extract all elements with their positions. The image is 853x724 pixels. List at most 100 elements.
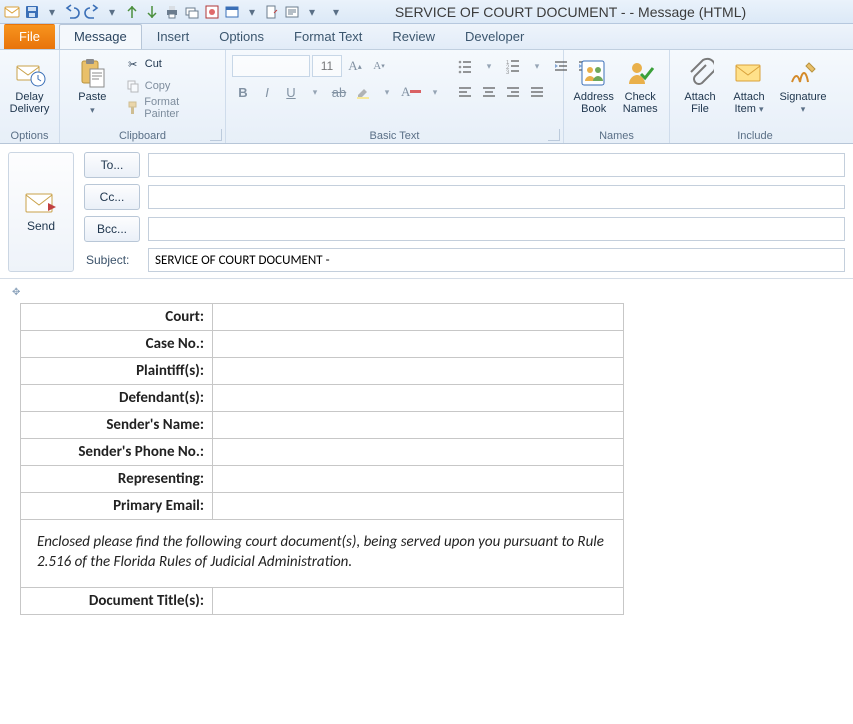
- cc-button[interactable]: Cc...: [84, 184, 140, 210]
- format-painter-label: Format Painter: [144, 96, 215, 120]
- table-row: Sender's Name:: [21, 412, 624, 439]
- save-icon[interactable]: [24, 4, 40, 20]
- bold-button[interactable]: B: [232, 81, 254, 103]
- to-input[interactable]: [148, 153, 845, 177]
- field-value[interactable]: [213, 493, 624, 520]
- paste-dropdown-icon: ▾: [90, 105, 95, 116]
- cut-button[interactable]: ✂ Cut: [121, 53, 219, 75]
- clipboard-launcher-icon[interactable]: [210, 129, 222, 141]
- underline-button[interactable]: U: [280, 81, 302, 103]
- font-name-input[interactable]: [232, 55, 310, 77]
- strike-button[interactable]: ab: [328, 81, 350, 103]
- paste-label: Paste: [78, 91, 106, 103]
- mail-body[interactable]: ✥ Court: Case No.: Plaintiff(s): Defenda…: [0, 279, 853, 625]
- send-icon: [24, 191, 58, 217]
- group-label-options: Options: [0, 130, 59, 142]
- send-label: Send: [27, 219, 55, 233]
- field-label: Plaintiff(s):: [21, 358, 213, 385]
- underline-dropdown[interactable]: ▾: [304, 81, 326, 103]
- to-button[interactable]: To...: [84, 152, 140, 178]
- tab-review[interactable]: Review: [377, 24, 450, 49]
- delay-delivery-button[interactable]: Delay Delivery: [6, 53, 53, 127]
- app-icon: [4, 4, 20, 20]
- field-label: Sender's Phone No.:: [21, 439, 213, 466]
- qat-tool4-icon[interactable]: [264, 4, 280, 20]
- align-center-button[interactable]: [478, 81, 500, 103]
- attach-item-button[interactable]: Attach Item ▾: [724, 53, 774, 127]
- subject-input[interactable]: [148, 248, 845, 272]
- qat-tool1-icon[interactable]: [184, 4, 200, 20]
- address-book-label: Address Book: [574, 91, 614, 115]
- field-value[interactable]: [213, 385, 624, 412]
- window-title: SERVICE OF COURT DOCUMENT - - Message (H…: [348, 4, 853, 20]
- tab-developer[interactable]: Developer: [450, 24, 539, 49]
- check-names-button[interactable]: Check Names: [617, 53, 663, 127]
- italic-button[interactable]: I: [256, 81, 278, 103]
- tab-message[interactable]: Message: [59, 24, 142, 49]
- bullets-dd[interactable]: ▾: [478, 55, 500, 77]
- tab-options[interactable]: Options: [204, 24, 279, 49]
- qat-tool5-icon[interactable]: [284, 4, 300, 20]
- enclosure-message[interactable]: Enclosed please find the following court…: [21, 520, 624, 588]
- table-row: Representing:: [21, 466, 624, 493]
- tab-file[interactable]: File: [4, 24, 55, 49]
- field-label: Case No.:: [21, 331, 213, 358]
- tab-insert[interactable]: Insert: [142, 24, 205, 49]
- signature-button[interactable]: Signature▾: [774, 53, 832, 127]
- previous-item-icon[interactable]: [124, 4, 140, 20]
- field-value[interactable]: [213, 358, 624, 385]
- table-row: Primary Email:: [21, 493, 624, 520]
- grow-font-button[interactable]: A▴: [344, 55, 366, 77]
- basic-text-launcher-icon[interactable]: [548, 129, 560, 141]
- attach-file-button[interactable]: Attach File: [676, 53, 724, 127]
- redo-icon[interactable]: [84, 4, 100, 20]
- font-color-dropdown[interactable]: ▾: [424, 81, 446, 103]
- font-color-button[interactable]: A: [400, 81, 422, 103]
- bcc-button[interactable]: Bcc...: [84, 216, 140, 242]
- qat-sep-icon: ▾: [104, 4, 120, 20]
- field-value[interactable]: [213, 304, 624, 331]
- copy-button[interactable]: Copy: [121, 75, 219, 97]
- bcc-input[interactable]: [148, 217, 845, 241]
- field-value[interactable]: [213, 466, 624, 493]
- format-painter-button[interactable]: Format Painter: [121, 97, 219, 119]
- qat-dropdown-icon[interactable]: ▾: [44, 4, 60, 20]
- field-value[interactable]: [213, 439, 624, 466]
- field-value[interactable]: [213, 412, 624, 439]
- qat-tool2-icon[interactable]: [204, 4, 220, 20]
- qat-customize-icon[interactable]: ▾: [328, 4, 344, 20]
- numbering-button[interactable]: 123: [502, 55, 524, 77]
- numbering-dd[interactable]: ▾: [526, 55, 548, 77]
- cc-input[interactable]: [148, 185, 845, 209]
- justify-button[interactable]: [526, 81, 548, 103]
- send-button[interactable]: Send: [8, 152, 74, 272]
- qat-tool3-dd[interactable]: ▾: [244, 4, 260, 20]
- table-row: Document Title(s):: [21, 587, 624, 614]
- highlight-button[interactable]: [352, 81, 374, 103]
- shrink-font-button[interactable]: A▾: [368, 55, 390, 77]
- table-row: Plaintiff(s):: [21, 358, 624, 385]
- ribbon-tabs: File Message Insert Options Format Text …: [0, 24, 853, 50]
- address-book-button[interactable]: Address Book: [570, 53, 617, 127]
- group-label-include: Include: [670, 130, 840, 142]
- table-anchor-icon: ✥: [12, 285, 20, 298]
- highlight-dropdown[interactable]: ▾: [376, 81, 398, 103]
- bullets-button[interactable]: [454, 55, 476, 77]
- document-table[interactable]: Court: Case No.: Plaintiff(s): Defendant…: [20, 303, 624, 615]
- field-value[interactable]: [213, 587, 624, 614]
- next-item-icon[interactable]: [144, 4, 160, 20]
- undo-icon[interactable]: [64, 4, 80, 20]
- tab-format-text[interactable]: Format Text: [279, 24, 377, 49]
- qat-tool3-icon[interactable]: [224, 4, 240, 20]
- font-size-input[interactable]: 11: [312, 55, 342, 77]
- print-icon[interactable]: [164, 4, 180, 20]
- field-label: Defendant(s):: [21, 385, 213, 412]
- align-left-button[interactable]: [454, 81, 476, 103]
- align-right-button[interactable]: [502, 81, 524, 103]
- delay-delivery-icon: [14, 57, 46, 89]
- qat-tool5-dd[interactable]: ▾: [304, 4, 320, 20]
- paste-button[interactable]: Paste ▾: [66, 53, 119, 127]
- field-value[interactable]: [213, 331, 624, 358]
- group-label-clipboard: Clipboard: [60, 130, 225, 142]
- signature-label: Signature▾: [779, 91, 826, 115]
